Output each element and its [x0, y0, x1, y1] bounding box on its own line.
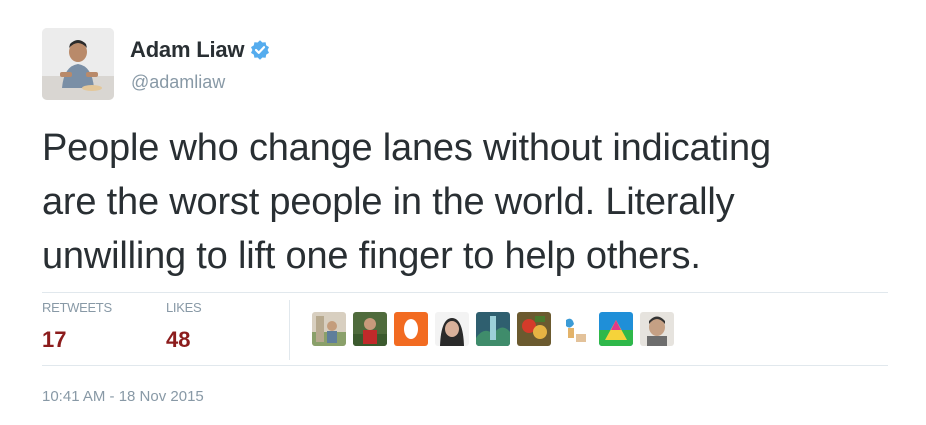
author-avatar[interactable] — [42, 28, 114, 100]
likes-label: LIKES — [166, 300, 202, 315]
user-avatar-icon — [558, 312, 592, 346]
user-avatar-icon — [476, 312, 510, 346]
author-name-row: Adam Liaw — [130, 37, 270, 63]
tweet-text-line: People who change lanes without indicati… — [42, 127, 771, 169]
favorited-by-avatars — [312, 312, 674, 346]
retweets-label: RETWEETS — [42, 300, 112, 315]
user-avatar-icon — [599, 312, 633, 346]
tweet-text-line: unwilling to lift one finger to help oth… — [42, 235, 701, 277]
favoriter-avatar[interactable] — [558, 312, 592, 346]
user-avatar-icon — [394, 312, 428, 346]
author-handle[interactable]: @adamliaw — [131, 72, 225, 93]
user-avatar-icon — [312, 312, 346, 346]
favoriter-avatar[interactable] — [353, 312, 387, 346]
tweet-header: Adam Liaw @adamliaw — [42, 28, 902, 100]
tweet-text: People who change lanes without indicati… — [42, 121, 902, 283]
author-display-name[interactable]: Adam Liaw — [130, 37, 245, 63]
author-avatar-icon — [42, 28, 114, 100]
favoriter-avatar[interactable] — [312, 312, 346, 346]
tweet-text-line: are the worst people in the world. Liter… — [42, 181, 735, 223]
favoriter-avatar[interactable] — [435, 312, 469, 346]
retweets-count: 17 — [42, 327, 67, 352]
favoriter-avatar[interactable] — [476, 312, 510, 346]
user-avatar-icon — [353, 312, 387, 346]
divider — [42, 292, 888, 293]
tweet-timestamp[interactable]: 10:41 AM - 18 Nov 2015 — [42, 388, 204, 405]
retweets-stat[interactable]: RETWEETS 17 — [42, 300, 112, 353]
likes-count: 48 — [166, 327, 191, 352]
divider — [42, 365, 888, 366]
verified-badge-icon — [250, 40, 270, 60]
user-avatar-icon — [517, 312, 551, 346]
favoriter-avatar[interactable] — [599, 312, 633, 346]
user-avatar-icon — [640, 312, 674, 346]
favoriter-avatar[interactable] — [517, 312, 551, 346]
user-avatar-icon — [435, 312, 469, 346]
favoriter-avatar[interactable] — [640, 312, 674, 346]
stats-separator — [289, 300, 290, 360]
favoriter-avatar[interactable] — [394, 312, 428, 346]
likes-stat[interactable]: LIKES 48 — [166, 300, 202, 353]
tweet-stats: RETWEETS 17 LIKES 48 — [42, 300, 888, 360]
